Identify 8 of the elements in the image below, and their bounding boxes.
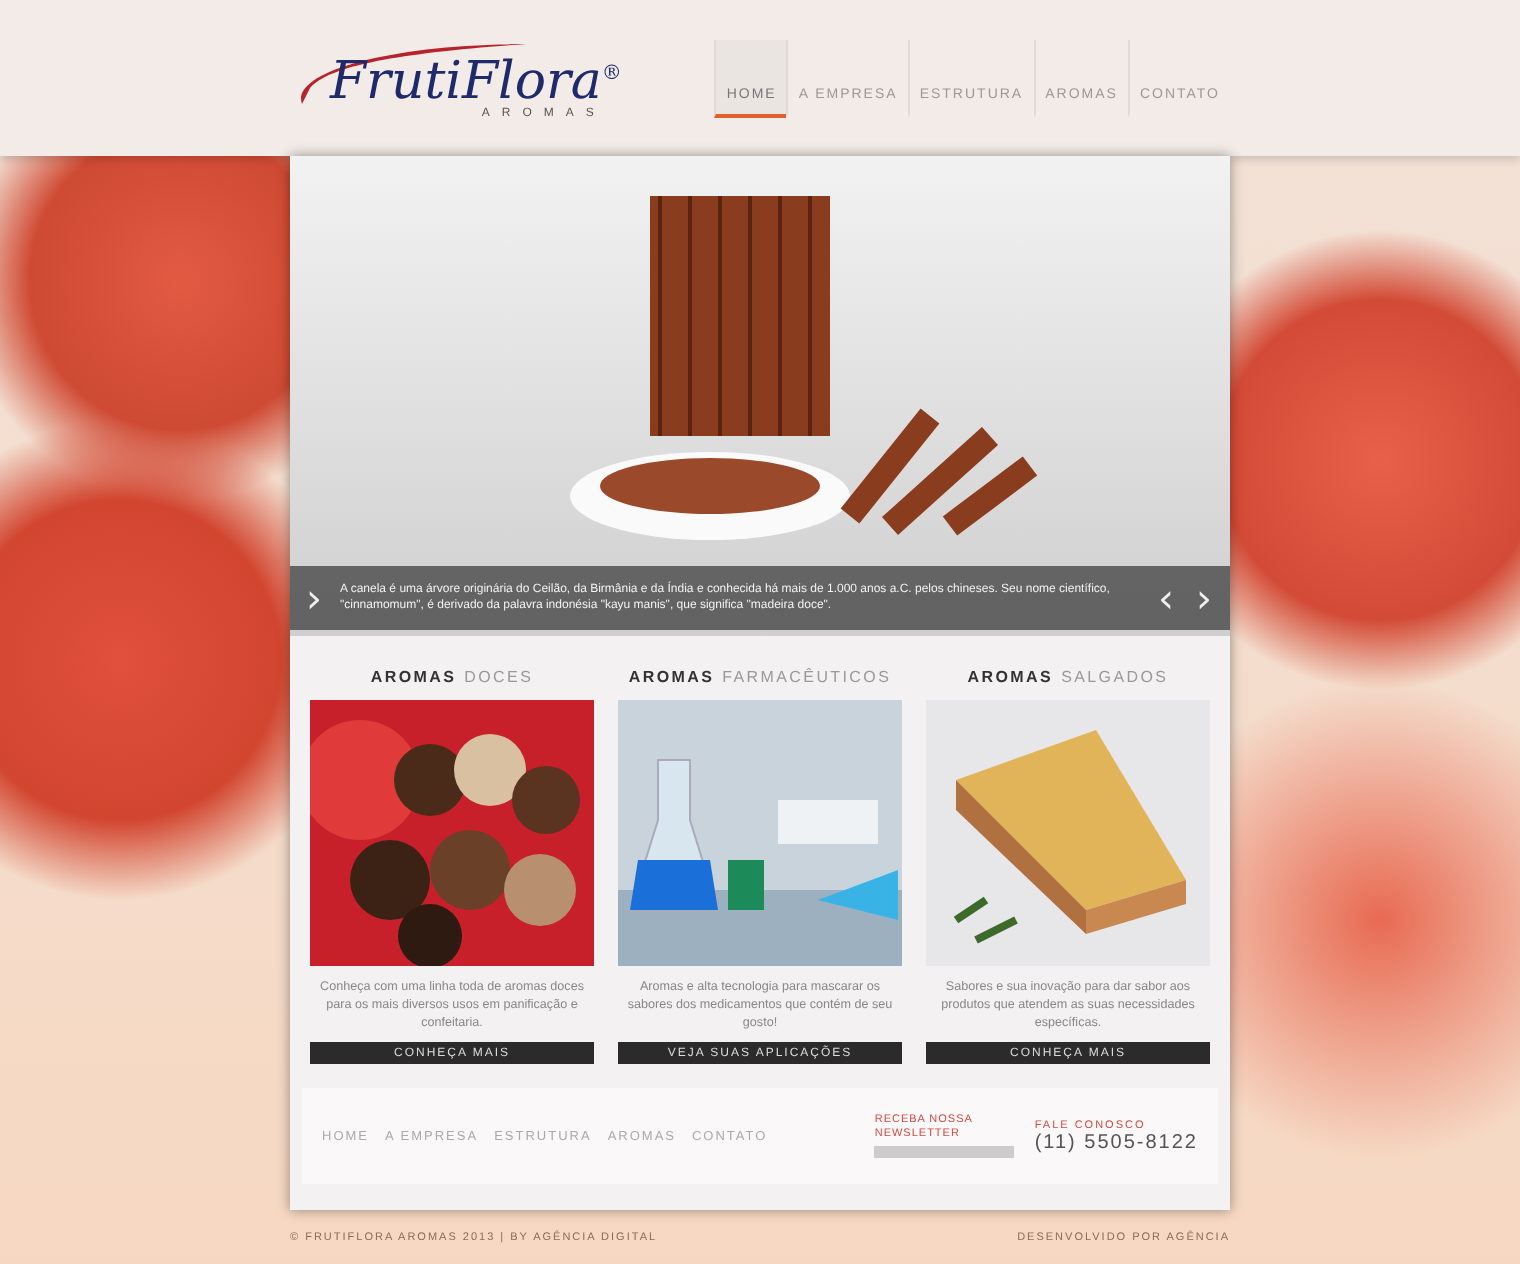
section-subtitle: SALGADOS (1061, 668, 1169, 686)
section-subtitle: FARMACÊUTICOS (722, 668, 892, 686)
section-title: AROMAS (967, 668, 1054, 686)
section-title: AROMAS (628, 668, 715, 686)
section-subtitle: DOCES (464, 668, 534, 686)
newsletter-field[interactable] (874, 1146, 1015, 1158)
phone-number: (11) 5505-8122 (1034, 1131, 1198, 1153)
section-title: AROMAS (370, 668, 457, 686)
